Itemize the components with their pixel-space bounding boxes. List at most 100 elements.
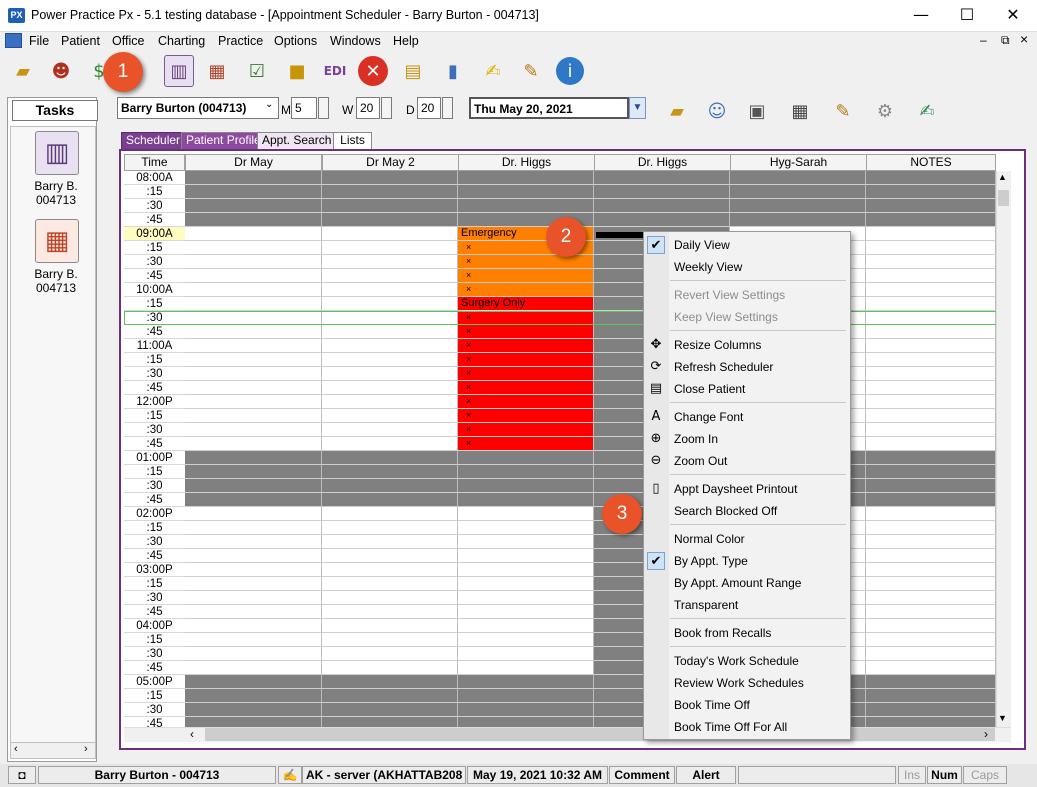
- schedule-cell[interactable]: [866, 283, 996, 297]
- schedule-cell[interactable]: [322, 591, 458, 605]
- schedule-cell[interactable]: [866, 409, 996, 423]
- menu-office[interactable]: Office: [112, 34, 144, 48]
- schedule-cell[interactable]: [322, 283, 458, 297]
- schedule-cell[interactable]: [322, 325, 458, 339]
- schedule-cell[interactable]: [185, 521, 322, 535]
- menu-item-keep-view-settings[interactable]: Keep View Settings: [674, 306, 778, 328]
- menu-patient[interactable]: Patient: [61, 34, 100, 48]
- schedule-cell[interactable]: [866, 521, 996, 535]
- schedule-cell[interactable]: [866, 703, 996, 717]
- schedule-cell[interactable]: [185, 409, 322, 423]
- schedule-cell[interactable]: [322, 353, 458, 367]
- schedule-cell[interactable]: [322, 521, 458, 535]
- scroll-thumb[interactable]: [998, 190, 1009, 206]
- schedule-cell[interactable]: [322, 633, 458, 647]
- schedule-cell[interactable]: [594, 199, 730, 213]
- schedule-cell[interactable]: [185, 465, 322, 479]
- d-spin-icon[interactable]: [442, 97, 453, 119]
- column-header[interactable]: Dr. Higgs: [458, 154, 595, 171]
- schedule-cell[interactable]: [185, 269, 322, 283]
- menu-item-transparent[interactable]: Transparent: [674, 594, 738, 616]
- schedule-cell[interactable]: [185, 619, 322, 633]
- schedule-cell[interactable]: [185, 423, 322, 437]
- schedule-cell[interactable]: [322, 479, 458, 493]
- schedule-cell[interactable]: [866, 465, 996, 479]
- schedule-cell[interactable]: [322, 535, 458, 549]
- scroll-down-icon[interactable]: ▼: [998, 713, 1007, 723]
- schedule-cell[interactable]: [866, 339, 996, 353]
- schedule-cell[interactable]: [322, 395, 458, 409]
- w-spin-icon[interactable]: [381, 97, 392, 119]
- info-icon[interactable]: i: [556, 57, 584, 85]
- menu-help[interactable]: Help: [393, 34, 419, 48]
- schedule-cell[interactable]: ×: [458, 367, 594, 381]
- schedule-cell[interactable]: [594, 185, 730, 199]
- schedule-cell[interactable]: [322, 703, 458, 717]
- menu-item-refresh-scheduler[interactable]: Refresh Scheduler: [674, 356, 773, 378]
- notes-hand-icon[interactable]: ✍: [478, 55, 508, 87]
- schedule-cell[interactable]: [458, 535, 594, 549]
- schedule-grid[interactable]: Emergency × × × × Surgery Only × × × × × × × × × ×: [185, 171, 996, 727]
- schedule-cell[interactable]: [866, 535, 996, 549]
- schedule-cell[interactable]: [322, 213, 458, 227]
- schedule-cell[interactable]: [322, 437, 458, 451]
- settings-icon[interactable]: ⚙: [870, 95, 900, 127]
- patients-icon[interactable]: ☻: [46, 55, 76, 87]
- schedule-cell[interactable]: [185, 661, 322, 675]
- schedule-cell[interactable]: [866, 199, 996, 213]
- schedule-cell[interactable]: [322, 689, 458, 703]
- schedule-cell[interactable]: [185, 633, 322, 647]
- book-icon[interactable]: ▥: [35, 131, 79, 175]
- schedule-cell[interactable]: ×: [458, 325, 594, 339]
- schedule-cell[interactable]: [458, 619, 594, 633]
- schedule-cell[interactable]: [458, 577, 594, 591]
- menu-item-daily-view[interactable]: Daily View: [674, 234, 730, 256]
- schedule-cell[interactable]: ×: [458, 339, 594, 353]
- schedule-cell[interactable]: Surgery Only: [458, 297, 594, 311]
- schedule-cell[interactable]: [185, 437, 322, 451]
- menu-charting[interactable]: Charting: [158, 34, 205, 48]
- schedule-cell[interactable]: ×: [458, 437, 594, 451]
- schedule-cell[interactable]: [866, 717, 996, 727]
- schedule-cell[interactable]: [866, 353, 996, 367]
- schedule-cell[interactable]: [866, 241, 996, 255]
- schedule-cell[interactable]: [322, 451, 458, 465]
- schedule-cell[interactable]: [322, 577, 458, 591]
- schedule-cell[interactable]: [322, 675, 458, 689]
- schedule-cell[interactable]: ×: [458, 395, 594, 409]
- schedule-cell[interactable]: [866, 325, 996, 339]
- schedule-cell[interactable]: [322, 563, 458, 577]
- edi-icon[interactable]: EDI: [320, 55, 350, 87]
- menu-item-close-patient[interactable]: Close Patient: [674, 378, 745, 400]
- menu-item-revert-view-settings[interactable]: Revert View Settings: [674, 284, 785, 306]
- schedule-cell[interactable]: [185, 339, 322, 353]
- schedule-cell[interactable]: [458, 689, 594, 703]
- schedule-cell[interactable]: [322, 297, 458, 311]
- maximize-button[interactable]: ☐: [944, 0, 990, 32]
- schedule-cell[interactable]: [185, 297, 322, 311]
- schedule-cell[interactable]: [866, 479, 996, 493]
- schedule-cell[interactable]: [866, 549, 996, 563]
- schedule-cell[interactable]: [458, 549, 594, 563]
- schedule-cell[interactable]: [458, 647, 594, 661]
- schedule-cell[interactable]: [322, 339, 458, 353]
- column-header[interactable]: Hyg-Sarah: [730, 154, 867, 171]
- calendar-icon[interactable]: ▦: [785, 95, 815, 127]
- chevron-down-icon[interactable]: ⌄: [265, 99, 273, 110]
- schedule-cell[interactable]: [185, 381, 322, 395]
- menu-item-change-font[interactable]: Change Font: [674, 406, 743, 428]
- menu-item-book-time-off[interactable]: Book Time Off: [674, 694, 750, 716]
- medication-icon[interactable]: ▮: [438, 55, 468, 87]
- scroll-right-icon[interactable]: ›: [84, 743, 88, 755]
- schedule-cell[interactable]: [185, 325, 322, 339]
- gift-icon[interactable]: ■: [282, 55, 312, 87]
- status-comment[interactable]: Comment: [609, 766, 675, 784]
- menu-options[interactable]: Options: [274, 34, 317, 48]
- schedule-cell[interactable]: [322, 409, 458, 423]
- schedule-cell[interactable]: [866, 171, 996, 185]
- tab-appt-search[interactable]: Appt. Search: [257, 132, 337, 149]
- menu-item-resize-columns[interactable]: Resize Columns: [674, 334, 761, 356]
- schedule-cell[interactable]: [322, 199, 458, 213]
- column-header[interactable]: Dr. Higgs: [594, 154, 731, 171]
- schedule-cell[interactable]: [730, 185, 866, 199]
